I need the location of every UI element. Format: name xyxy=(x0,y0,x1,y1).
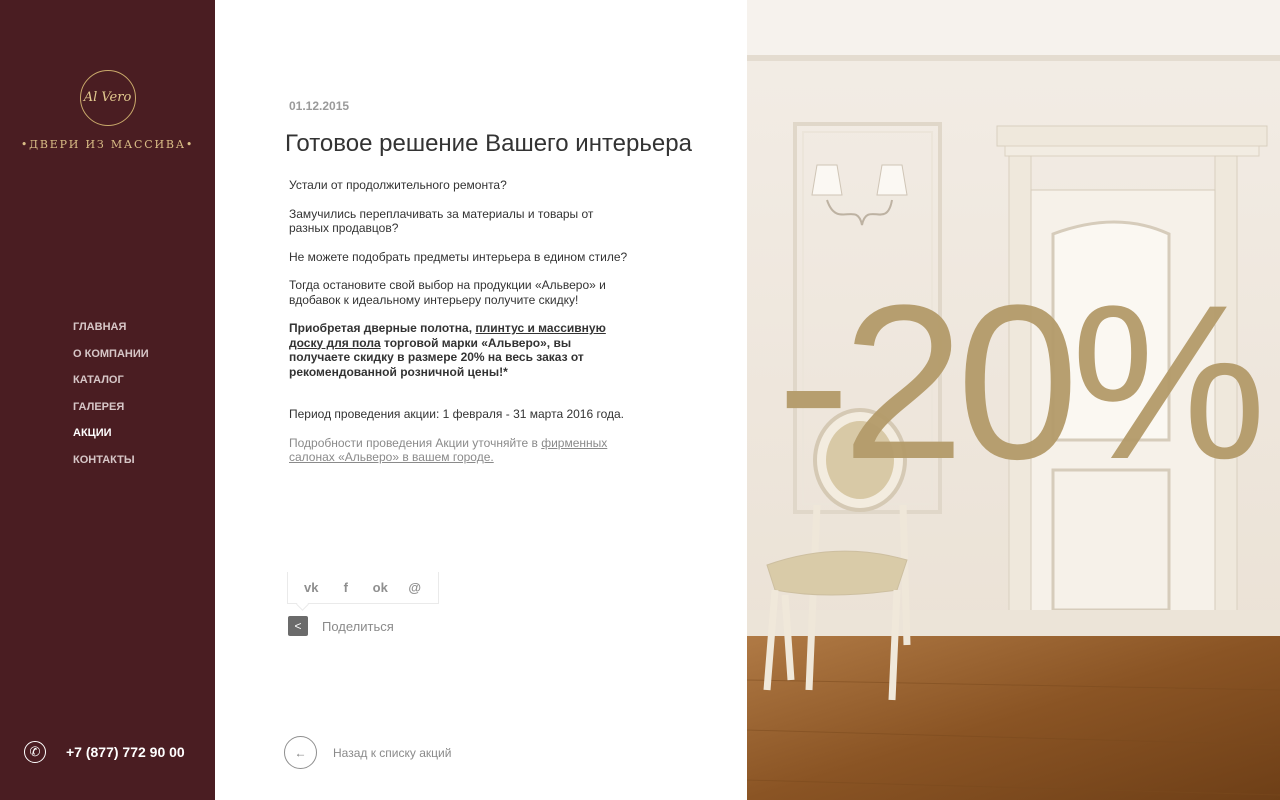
logo-tagline: •ДВЕРИ ИЗ МАССИВА• xyxy=(20,138,195,151)
promo-note-text: Подробности проведения Акции уточняйте в xyxy=(289,435,542,450)
article-offer: Приобретая дверные полотна, плинтус и ма… xyxy=(289,321,629,379)
odnoklassniki-icon[interactable]: ok xyxy=(368,580,392,595)
back-label: Назад к списку акций xyxy=(333,745,452,760)
article-body: Устали от продолжительного ремонта? Заму… xyxy=(289,178,629,479)
share-button[interactable]: < Поделиться xyxy=(288,616,394,636)
promo-image: -20% xyxy=(747,0,1280,800)
article-date: 01.12.2015 xyxy=(289,99,350,113)
arrow-left-icon: ← xyxy=(284,736,317,769)
facebook-icon[interactable]: f xyxy=(334,580,358,595)
nav-item-home[interactable]: ГЛАВНАЯ xyxy=(73,320,149,347)
article-title: Готовое решение Вашего интерьера xyxy=(285,130,692,157)
sidebar: Al Vero •ДВЕРИ ИЗ МАССИВА• ГЛАВНАЯ О КОМ… xyxy=(0,0,215,800)
logo-emblem: Al Vero xyxy=(79,70,136,126)
main-nav: ГЛАВНАЯ О КОМПАНИИ КАТАЛОГ ГАЛЕРЕЯ АКЦИИ… xyxy=(73,320,149,479)
share-label: Поделиться xyxy=(322,618,394,634)
promo-note: Подробности проведения Акции уточняйте в… xyxy=(289,436,629,465)
article-paragraph: Не можете подобрать предметы интерьера в… xyxy=(289,249,628,264)
phone-block: ✆ +7 (877) 772 90 00 xyxy=(24,741,185,763)
share-icon: < xyxy=(288,616,308,636)
vk-icon[interactable]: vk xyxy=(299,580,323,595)
nav-item-contacts[interactable]: КОНТАКТЫ xyxy=(73,453,149,480)
article-paragraph: Тогда остановите свой выбор на продукции… xyxy=(289,278,606,307)
share-networks: vk f ok @ xyxy=(287,572,439,604)
nav-item-catalog[interactable]: КАТАЛОГ xyxy=(73,373,149,400)
article-paragraph: Устали от продолжительного ремонта? xyxy=(289,178,507,192)
back-to-promotions-link[interactable]: ← Назад к списку акций xyxy=(284,736,451,769)
nav-item-about[interactable]: О КОМПАНИИ xyxy=(73,347,149,374)
nav-item-gallery[interactable]: ГАЛЕРЕЯ xyxy=(73,400,149,427)
offer-text-start: Приобретая дверные полотна, xyxy=(289,321,476,335)
phone-icon: ✆ xyxy=(24,741,46,763)
nav-item-promotions[interactable]: АКЦИИ xyxy=(73,426,149,453)
email-icon[interactable]: @ xyxy=(403,580,427,595)
logo[interactable]: Al Vero •ДВЕРИ ИЗ МАССИВА• xyxy=(0,70,215,151)
article-paragraph: Замучились переплачивать за материалы и … xyxy=(289,206,594,236)
article-content: 01.12.2015 Готовое решение Вашего интерь… xyxy=(215,0,747,800)
phone-number[interactable]: +7 (877) 772 90 00 xyxy=(66,744,185,760)
promo-period: Период проведения акции: 1 февраля - 31 … xyxy=(289,407,625,421)
discount-label: -20% xyxy=(777,259,1267,505)
